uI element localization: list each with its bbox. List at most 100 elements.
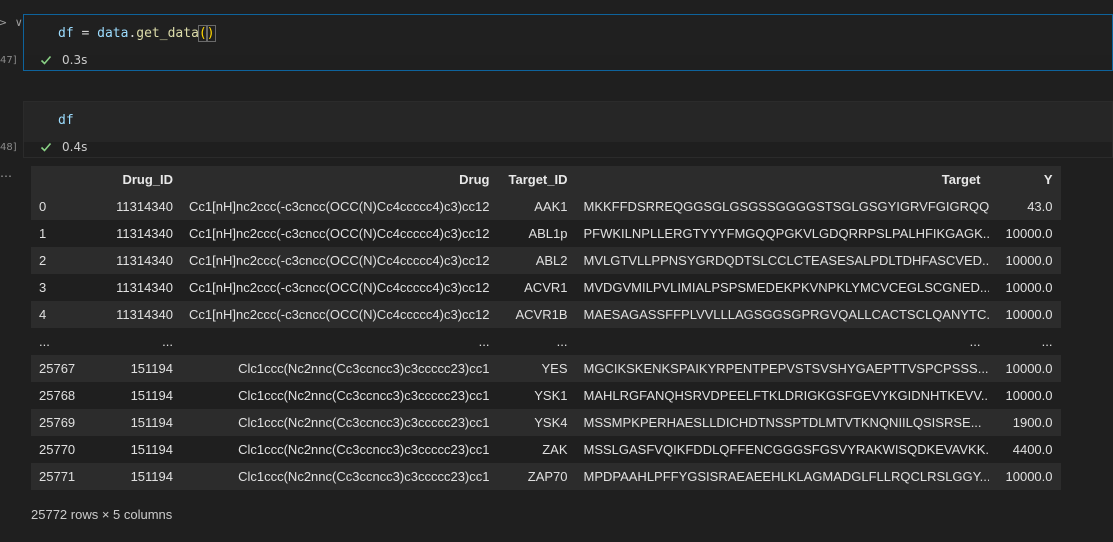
cell-y: 10000.0 bbox=[988, 355, 1061, 382]
cell-toolbar-chevrons[interactable]: > ∨ bbox=[0, 16, 25, 29]
code-line: df bbox=[58, 113, 74, 128]
table-row: 2 11314340 Cc1[nH]nc2ccc(-c3cncc(OCC(N)Cc4… bbox=[31, 247, 1061, 274]
cell-y: 10000.0 bbox=[988, 274, 1061, 301]
cell-target-id: ZAP70 bbox=[497, 463, 576, 490]
cell-drug-id: ... bbox=[93, 328, 181, 355]
row-index: 25768 bbox=[31, 382, 93, 409]
row-index: 2 bbox=[31, 247, 93, 274]
cell-y: 10000.0 bbox=[988, 382, 1061, 409]
code-editor[interactable]: df = data.get_data() bbox=[24, 15, 1112, 55]
cell-drug-id: 151194 bbox=[93, 463, 181, 490]
header-index bbox=[31, 166, 93, 193]
header-drug-id: Drug_ID bbox=[93, 166, 181, 193]
row-index: 3 bbox=[31, 274, 93, 301]
code-token-obj: data bbox=[97, 26, 129, 41]
cell-target-id: ... bbox=[497, 328, 576, 355]
table-row: 3 11314340 Cc1[nH]nc2ccc(-c3cncc(OCC(N)Cc4… bbox=[31, 274, 1061, 301]
cell-target-id: ABL2 bbox=[497, 247, 576, 274]
cell-target-id: ACVR1B bbox=[497, 301, 576, 328]
cell-status: 0.4s bbox=[40, 140, 87, 154]
cell-target-id: YES bbox=[497, 355, 576, 382]
cell-target-id: ZAK bbox=[497, 436, 576, 463]
cell-target: MAHLRGFANQHSRVDPEELFTKLDRIGKGSFGEVYKGIDN… bbox=[575, 382, 989, 409]
cell-y: 1900.0 bbox=[988, 409, 1061, 436]
cell-drug-id: 151194 bbox=[93, 382, 181, 409]
cell-target-id: ACVR1 bbox=[497, 274, 576, 301]
code-token-var: df bbox=[58, 26, 74, 41]
row-index: ... bbox=[31, 328, 93, 355]
cell-target-id: YSK4 bbox=[497, 409, 576, 436]
code-token-op: = bbox=[73, 26, 98, 41]
table-row: 25769 151194 Clc1ccc(Nc2nnc(Cc3ccncc3)c3cc… bbox=[31, 409, 1061, 436]
cell-drug: Clc1ccc(Nc2nnc(Cc3ccncc3)c3ccccc23)cc1 bbox=[181, 463, 498, 490]
cell-drug-id: 151194 bbox=[93, 436, 181, 463]
row-index: 4 bbox=[31, 301, 93, 328]
row-index: 0 bbox=[31, 193, 93, 220]
cell-target: MAESAGASSFFPLVVLLLAGSGGSGPRGVQALLCACTSCL… bbox=[575, 301, 989, 328]
cell-target: MSSLGASFVQIKFDDLQFFENCGGGSFGSVYRAKWISQDK… bbox=[575, 436, 989, 463]
table-row: 25771 151194 Clc1ccc(Nc2nnc(Cc3ccncc3)c3cc… bbox=[31, 463, 1061, 490]
table-row: 25768 151194 Clc1ccc(Nc2nnc(Cc3ccncc3)c3cc… bbox=[31, 382, 1061, 409]
cell-target-id: AAK1 bbox=[497, 193, 576, 220]
output-more-actions-icon[interactable]: … bbox=[0, 166, 12, 180]
table-row: 25767 151194 Clc1ccc(Nc2nnc(Cc3ccncc3)c3cc… bbox=[31, 355, 1061, 382]
execution-count-2: 48] bbox=[0, 142, 17, 153]
table-row: 25770 151194 Clc1ccc(Nc2nnc(Cc3ccncc3)c3cc… bbox=[31, 436, 1061, 463]
code-token-fn: get_data bbox=[136, 26, 199, 41]
dataframe-table: Drug_ID Drug Target_ID Target Y 0 1131434… bbox=[31, 166, 1061, 490]
row-index: 1 bbox=[31, 220, 93, 247]
cell-target: MVLGTVLLPPNSYGRDQDTSLCCLCTEASESALPDLTDHF… bbox=[575, 247, 989, 274]
cell-target: MPDPAAHLPFFYGSISRAEAEEHLKLAGMADGLFLLRQCL… bbox=[575, 463, 989, 490]
row-index: 25770 bbox=[31, 436, 93, 463]
cell-y: 10000.0 bbox=[988, 220, 1061, 247]
cell-drug: ... bbox=[181, 328, 498, 355]
cell-target: ... bbox=[575, 328, 989, 355]
execution-time: 0.4s bbox=[62, 140, 88, 154]
cell-drug: Clc1ccc(Nc2nnc(Cc3ccncc3)c3ccccc23)cc1 bbox=[181, 436, 498, 463]
table-row: 4 11314340 Cc1[nH]nc2ccc(-c3cncc(OCC(N)Cc4… bbox=[31, 301, 1061, 328]
cell-drug: Clc1ccc(Nc2nnc(Cc3ccncc3)c3ccccc23)cc1 bbox=[181, 409, 498, 436]
code-editor[interactable]: df bbox=[24, 102, 1112, 142]
cell-target-id: YSK1 bbox=[497, 382, 576, 409]
table-header-row: Drug_ID Drug Target_ID Target Y bbox=[31, 166, 1061, 193]
cell-drug: Cc1[nH]nc2ccc(-c3cncc(OCC(N)Cc4ccccc4)c3… bbox=[181, 301, 498, 328]
cell-target: PFWKILNPLLERGTYYYFMGQQPGKVLGDQRRPSLPALHF… bbox=[575, 220, 989, 247]
row-index: 25771 bbox=[31, 463, 93, 490]
cell-target-id: ABL1p bbox=[497, 220, 576, 247]
header-drug: Drug bbox=[181, 166, 498, 193]
code-line: df = data.get_data() bbox=[58, 25, 216, 42]
table-row: 1 11314340 Cc1[nH]nc2ccc(-c3cncc(OCC(N)Cc4… bbox=[31, 220, 1061, 247]
cell-y: 43.0 bbox=[988, 193, 1061, 220]
cell-drug-id: 151194 bbox=[93, 355, 181, 382]
code-cell-get-data[interactable]: df = data.get_data() 0.3s bbox=[23, 14, 1113, 71]
cell-target: MVDGVMILPVLIMIALPSPSMEDEKPKVNPKLYMCVCEGL… bbox=[575, 274, 989, 301]
cell-y: ... bbox=[988, 328, 1061, 355]
cell-target: MKKFFDSRREQGGSGLGSGSSGGGGSTSGLGSGYIGRVFG… bbox=[575, 193, 989, 220]
header-target-id: Target_ID bbox=[497, 166, 576, 193]
cell-y: 10000.0 bbox=[988, 301, 1061, 328]
row-index: 25767 bbox=[31, 355, 93, 382]
cell-drug: Cc1[nH]nc2ccc(-c3cncc(OCC(N)Cc4ccccc4)c3… bbox=[181, 274, 498, 301]
code-cell-df[interactable]: df 0.4s bbox=[23, 101, 1113, 158]
check-icon bbox=[40, 55, 52, 65]
text-cursor bbox=[214, 26, 216, 41]
cell-drug: Cc1[nH]nc2ccc(-c3cncc(OCC(N)Cc4ccccc4)c3… bbox=[181, 220, 498, 247]
row-index: 25769 bbox=[31, 409, 93, 436]
cell-drug: Cc1[nH]nc2ccc(-c3cncc(OCC(N)Cc4ccccc4)c3… bbox=[181, 247, 498, 274]
code-token-paren-open: ( bbox=[197, 25, 208, 42]
header-y: Y bbox=[988, 166, 1061, 193]
header-target: Target bbox=[575, 166, 989, 193]
cell-status: 0.3s bbox=[40, 53, 87, 67]
code-token-paren-close: ) bbox=[205, 25, 216, 42]
cell-drug: Clc1ccc(Nc2nnc(Cc3ccncc3)c3ccccc23)cc1 bbox=[181, 382, 498, 409]
execution-count-1: 47] bbox=[0, 55, 17, 66]
cell-drug: Cc1[nH]nc2ccc(-c3cncc(OCC(N)Cc4ccccc4)c3… bbox=[181, 193, 498, 220]
cell-y: 4400.0 bbox=[988, 436, 1061, 463]
cell-target: MGCIKSKENKSPAIKYRPENTPEPVSTSVSHYGAEPTTVS… bbox=[575, 355, 989, 382]
table-shape-summary: 25772 rows × 5 columns bbox=[31, 507, 173, 522]
check-icon bbox=[40, 142, 52, 152]
code-token-var: df bbox=[58, 113, 74, 128]
cell-drug-id: 11314340 bbox=[93, 247, 181, 274]
cell-y: 10000.0 bbox=[988, 463, 1061, 490]
cell-drug-id: 11314340 bbox=[93, 193, 181, 220]
